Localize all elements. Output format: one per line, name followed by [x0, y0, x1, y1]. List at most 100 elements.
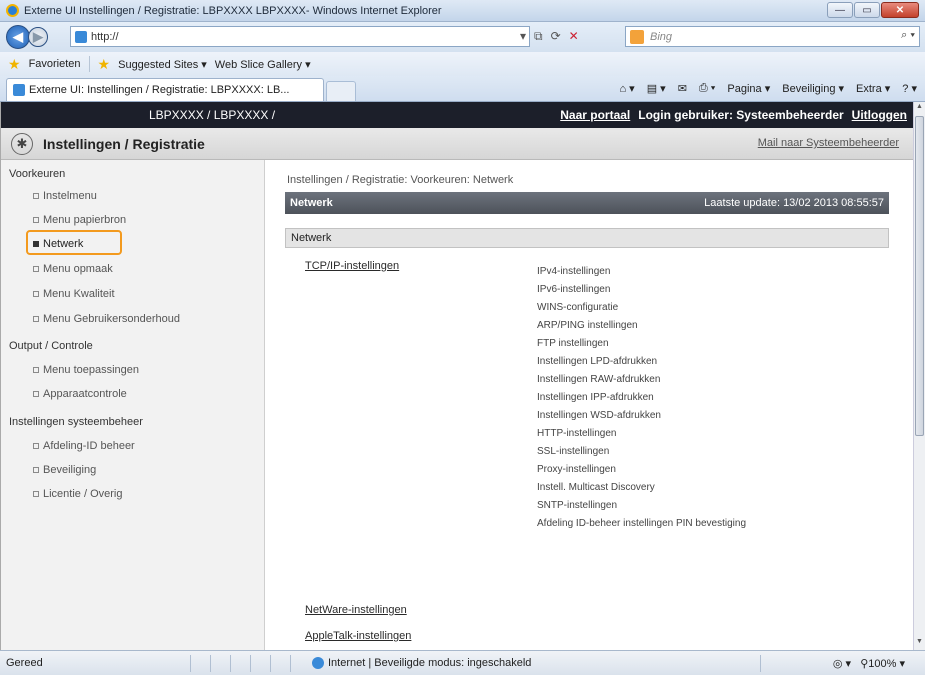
minimize-button[interactable]: —	[827, 2, 853, 18]
list-item: Instellingen LPD-afdrukken	[537, 356, 658, 367]
sidebar-item-beveiliging[interactable]: Beveiliging	[33, 464, 96, 476]
address-field[interactable]: http://	[70, 26, 530, 47]
dropdown-icon[interactable]: ▾	[520, 29, 526, 44]
search-placeholder: Bing	[650, 30, 673, 43]
web-slice-gallery-link[interactable]: Web Slice Gallery ▾	[215, 58, 311, 71]
bullet-icon	[33, 367, 39, 373]
favorites-button[interactable]: Favorieten	[29, 58, 81, 70]
separator	[88, 56, 90, 72]
bullet-icon	[33, 193, 39, 199]
tab-bar: Externe UI: Instellingen / Registratie: …	[0, 76, 925, 102]
scroll-up-arrow-icon[interactable]: ▲	[915, 103, 924, 114]
sidebar-item-label: Apparaatcontrole	[43, 388, 127, 400]
scroll-down-arrow-icon[interactable]: ▼	[915, 638, 924, 649]
page-menu[interactable]: Pagina ▾	[727, 82, 770, 95]
site-icon	[75, 30, 87, 43]
vertical-scrollbar[interactable]: ▲ ▼	[913, 102, 925, 650]
bullet-icon	[33, 266, 39, 272]
list-item: IPv4-instellingen	[537, 266, 611, 277]
login-user: Login gebruiker: Systeembeheerder	[638, 108, 844, 122]
portal-link[interactable]: Naar portaal	[560, 108, 630, 122]
list-item: SSL-instellingen	[537, 446, 610, 457]
zoom-level[interactable]: ◎ ▾ ⚲100% ▾	[833, 657, 905, 670]
new-tab-button[interactable]	[326, 81, 356, 101]
search-icon[interactable]: ⌕ ▾	[901, 29, 915, 42]
bullet-icon	[33, 491, 39, 497]
security-menu[interactable]: Beveiliging ▾	[782, 82, 844, 95]
sidebar-item-apparaatcontrole[interactable]: Apparaatcontrole	[33, 388, 127, 400]
feeds-icon[interactable]: ▤ ▾	[647, 82, 666, 95]
sidebar-item-label: Afdeling-ID beheer	[43, 440, 135, 452]
help-icon[interactable]: ? ▾	[902, 82, 917, 95]
favorites-bar: ★ Favorieten ★ Suggested Sites ▾ Web Sli…	[0, 52, 925, 76]
appletalk-settings-link[interactable]: AppleTalk-instellingen	[305, 630, 411, 642]
sidebar-item-menu-opmaak[interactable]: Menu opmaak	[33, 263, 113, 275]
settings-icon: ✱	[11, 133, 33, 155]
sidebar-item-label: Licentie / Overig	[43, 488, 123, 500]
status-separator	[190, 655, 191, 672]
sidebar-item-menu-toepassingen[interactable]: Menu toepassingen	[33, 364, 139, 376]
status-separator	[210, 655, 211, 672]
sidebar-item-label: Instelmenu	[43, 190, 97, 202]
list-item: HTTP-instellingen	[537, 428, 617, 439]
status-separator	[290, 655, 291, 672]
bullet-icon	[33, 391, 39, 397]
add-favorite-icon[interactable]: ★	[98, 56, 111, 73]
sidebar-item-instelmenu[interactable]: Instelmenu	[33, 190, 97, 202]
security-zone[interactable]: Internet | Beveiligde modus: ingeschakel…	[312, 657, 531, 669]
sidebar-item-label: Menu toepassingen	[43, 364, 140, 376]
stop-icon[interactable]: ✕	[569, 29, 579, 44]
forward-button[interactable]: ▶	[28, 27, 48, 47]
sidebar-item-menu-papierbron[interactable]: Menu papierbron	[33, 214, 126, 226]
sidebar-item-label: Menu papierbron	[43, 214, 127, 226]
compat-view-icon[interactable]: ⧉	[534, 29, 543, 44]
search-field[interactable]: Bing ⌕ ▾	[625, 26, 920, 47]
sidebar-item-licentie[interactable]: Licentie / Overig	[33, 488, 122, 500]
list-item: Instell. Multicast Discovery	[537, 482, 655, 493]
tcpip-settings-link[interactable]: TCP/IP-instellingen	[305, 260, 399, 272]
window-titlebar: Externe UI Instellingen / Registratie: L…	[0, 0, 925, 22]
tab-active[interactable]: Externe UI: Instellingen / Registratie: …	[6, 78, 324, 101]
address-toolbar: ◀ ▶ http:// ▾ ⧉ ⟳ ✕ Bing ⌕ ▾	[0, 22, 925, 52]
status-separator	[760, 655, 761, 672]
status-separator	[230, 655, 231, 672]
close-button[interactable]: ✕	[881, 2, 919, 18]
bullet-icon	[33, 217, 39, 223]
scroll-thumb[interactable]	[915, 116, 924, 436]
sidebar: Voorkeuren Instelmenu Menu papierbron Ne…	[1, 160, 265, 650]
bullet-icon	[33, 316, 39, 322]
mail-icon[interactable]: ✉	[678, 82, 687, 95]
zoom-value: 100%	[868, 658, 897, 670]
breadcrumb: Instellingen / Registratie: Voorkeuren: …	[287, 174, 514, 186]
section-header: ✱ Instellingen / Registratie Mail naar S…	[1, 128, 913, 160]
refresh-icon[interactable]: ⟳	[551, 29, 561, 44]
netware-settings-link[interactable]: NetWare-instellingen	[305, 604, 407, 616]
sidebar-item-menu-kwaliteit[interactable]: Menu Kwaliteit	[33, 288, 115, 300]
home-icon[interactable]: ⌂ ▾	[619, 82, 634, 95]
selection-highlight	[26, 230, 122, 255]
logout-link[interactable]: Uitloggen	[852, 108, 907, 122]
sidebar-category-voorkeuren: Voorkeuren	[9, 168, 66, 180]
window-buttons: — ▭ ✕	[827, 2, 919, 18]
subsection-title: Netwerk	[291, 232, 332, 244]
zone-text: Internet | Beveiligde modus: ingeschakel…	[328, 657, 532, 669]
printer-name: LBPXXXX / LBPXXXX /	[149, 108, 276, 122]
print-icon[interactable]: ⎙ ▾	[699, 82, 715, 95]
command-bar: ⌂ ▾ ▤ ▾ ✉ ⎙ ▾ Pagina ▾ Beveiliging ▾ Ext…	[619, 82, 917, 95]
globe-icon	[312, 657, 324, 669]
sidebar-item-menu-gebruikersonderhoud[interactable]: Menu Gebruikersonderhoud	[33, 313, 180, 325]
tab-title: Externe UI: Instellingen / Registratie: …	[29, 84, 290, 96]
list-item: WINS-configuratie	[537, 302, 619, 313]
status-separator	[270, 655, 271, 672]
maximize-button[interactable]: ▭	[854, 2, 880, 18]
suggested-sites-link[interactable]: Suggested Sites ▾	[118, 58, 207, 71]
address-text: http://	[91, 30, 119, 43]
ie-logo-icon	[6, 4, 19, 17]
list-item: IPv6-instellingen	[537, 284, 611, 295]
header-links: Naar portaal Login gebruiker: Systeembeh…	[560, 108, 907, 122]
extra-menu[interactable]: Extra ▾	[856, 82, 890, 95]
address-actions: ▾ ⧉ ⟳ ✕	[520, 29, 579, 44]
back-button[interactable]: ◀	[6, 25, 30, 49]
mail-admin-link[interactable]: Mail naar Systeembeheerder	[758, 137, 899, 149]
sidebar-item-afdeling-id-beheer[interactable]: Afdeling-ID beheer	[33, 440, 135, 452]
